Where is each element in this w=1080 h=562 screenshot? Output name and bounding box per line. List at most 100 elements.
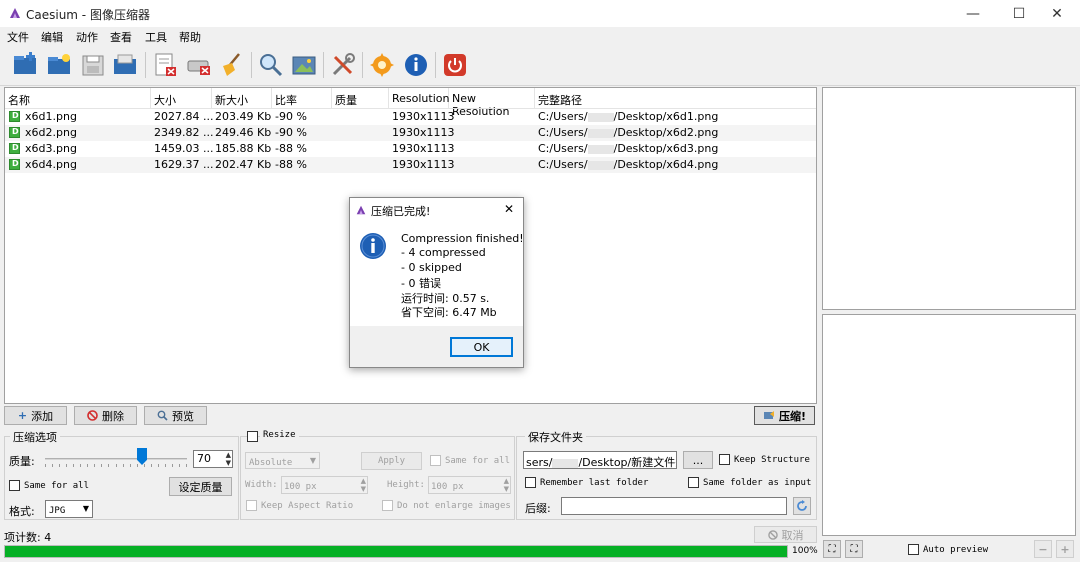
path-start: C:/Users/ xyxy=(538,158,588,171)
table-row[interactable]: x6d4.png 1629.37 ... 202.47 Kb -88 % 193… xyxy=(5,157,816,173)
clear-list-button[interactable] xyxy=(184,50,214,80)
minus-icon: − xyxy=(1038,542,1048,556)
slider-tick xyxy=(80,464,81,467)
spin-arrows-icon[interactable]: ▲ ▼ xyxy=(226,451,231,467)
dialog-close-icon[interactable]: ✕ xyxy=(504,202,514,216)
table-row[interactable]: x6d1.png 2027.84 ... 203.49 Kb -90 % 193… xyxy=(5,109,816,125)
zoom-out-button[interactable]: − xyxy=(1034,540,1052,558)
close-icon: ✕ xyxy=(1051,5,1063,22)
suffix-input[interactable] xyxy=(561,497,787,515)
resize-mode-value: Absolute xyxy=(249,458,293,468)
cancel-button[interactable]: 取消 xyxy=(754,526,817,543)
format-select[interactable]: JPG ▼ xyxy=(45,500,93,518)
quality-slider[interactable] xyxy=(45,448,187,467)
reset-suffix-button[interactable] xyxy=(793,497,811,515)
resize-mode-select[interactable]: Absolute ▼ xyxy=(245,452,320,469)
column-header-quality[interactable]: 质量 xyxy=(332,88,389,108)
clean-button[interactable] xyxy=(217,50,247,80)
file-name: x6d1.png xyxy=(25,110,77,123)
height-input[interactable]: 100 px ▲ ▼ xyxy=(428,476,511,494)
column-header-name[interactable]: 名称 xyxy=(5,88,151,108)
menu-tools[interactable]: 工具 xyxy=(145,29,167,45)
menu-action[interactable]: 动作 xyxy=(76,29,98,45)
exit-button[interactable] xyxy=(440,50,470,80)
settings-button[interactable] xyxy=(367,50,397,80)
open-folder-button[interactable] xyxy=(44,50,74,80)
resize-checkbox[interactable] xyxy=(247,431,258,442)
quality-same-for-all-checkbox[interactable] xyxy=(9,480,20,491)
spin-arrows-icon[interactable]: ▲ ▼ xyxy=(504,477,509,493)
ok-button[interactable]: OK xyxy=(450,337,513,357)
progress-fill xyxy=(5,546,787,557)
preview-button[interactable]: 预览 xyxy=(144,406,207,425)
apply-button[interactable]: Apply xyxy=(361,452,422,470)
remove-item-button[interactable] xyxy=(150,50,180,80)
zoom-in-button[interactable]: + xyxy=(1056,540,1074,558)
column-header-resolution[interactable]: Resolution xyxy=(389,88,449,108)
slider-thumb[interactable] xyxy=(137,448,147,465)
slider-tick xyxy=(73,464,74,467)
save-as-button[interactable] xyxy=(110,50,140,80)
plus-icon: + xyxy=(17,409,28,422)
dialog-message-line: - 4 compressed xyxy=(401,246,486,259)
browse-label: ... xyxy=(692,453,704,467)
auto-preview-label: Auto preview xyxy=(923,545,989,555)
width-input[interactable]: 100 px ▲ ▼ xyxy=(281,476,368,494)
menu-file[interactable]: 文件 xyxy=(7,29,29,45)
about-button[interactable] xyxy=(401,50,431,80)
browse-button[interactable]: ... xyxy=(683,451,713,469)
auto-preview-checkbox[interactable] xyxy=(908,544,919,555)
column-header-new-size[interactable]: 新大小 xyxy=(212,88,272,108)
progress-bar xyxy=(4,545,788,558)
menu-edit[interactable]: 编辑 xyxy=(41,29,63,45)
column-header-full-path[interactable]: 完整路径 xyxy=(535,88,816,108)
menu-view[interactable]: 查看 xyxy=(110,29,132,45)
column-header-size[interactable]: 大小 xyxy=(151,88,212,108)
save-list-button[interactable] xyxy=(78,50,108,80)
height-label: Height: xyxy=(387,480,425,490)
table-row[interactable]: x6d2.png 2349.82 ... 249.46 Kb -90 % 193… xyxy=(5,125,816,141)
quality-spinbox[interactable]: 70 ▲ ▼ xyxy=(193,450,233,468)
resize-title: Resize xyxy=(260,430,299,440)
output-folder-title: 保存文件夹 xyxy=(525,429,586,445)
preview-image-button[interactable] xyxy=(289,50,319,80)
search-button[interactable] xyxy=(256,50,286,80)
no-enlarge-checkbox[interactable] xyxy=(382,500,393,511)
compress-button[interactable]: 压缩! xyxy=(754,406,815,425)
fit-original-button[interactable]: ⛶ xyxy=(823,540,841,558)
folder-add-icon xyxy=(14,52,36,74)
toolbar-separator xyxy=(251,52,252,78)
keep-aspect-checkbox[interactable] xyxy=(246,500,257,511)
keep-structure-checkbox[interactable] xyxy=(719,454,730,465)
minimize-button[interactable]: — xyxy=(950,0,996,27)
set-quality-button[interactable]: 设定质量 xyxy=(169,477,232,496)
add-label: 添加 xyxy=(31,409,54,423)
compression-options-title: 压缩选项 xyxy=(10,429,60,445)
slider-tick xyxy=(108,464,109,467)
delete-button[interactable]: 删除 xyxy=(74,406,137,425)
spin-arrows-icon[interactable]: ▲ ▼ xyxy=(361,477,366,493)
slider-track xyxy=(45,458,187,460)
menu-help[interactable]: 帮助 xyxy=(179,29,201,45)
add-pictures-button[interactable] xyxy=(10,50,40,80)
folder-save-icon xyxy=(114,54,136,74)
same-folder-checkbox[interactable] xyxy=(688,477,699,488)
column-header-ratio[interactable]: 比率 xyxy=(272,88,332,108)
table-row[interactable]: x6d3.png 1459.03 ... 185.88 Kb -88 % 193… xyxy=(5,141,816,157)
remember-folder-checkbox[interactable] xyxy=(525,477,536,488)
file-resolution: 1930x1113 xyxy=(392,110,455,123)
info-icon xyxy=(360,233,386,259)
resize-same-for-all-checkbox[interactable] xyxy=(430,455,441,466)
path-end: /Desktop/x6d1.png xyxy=(613,110,719,123)
close-button[interactable]: ✕ xyxy=(1034,0,1080,27)
search-icon xyxy=(157,410,168,421)
tools-button[interactable] xyxy=(328,50,358,80)
compress-icon xyxy=(763,411,774,419)
output-folder-input[interactable]: sers/ /Desktop/新建文件夹 xyxy=(523,451,677,469)
toolbar-separator xyxy=(435,52,436,78)
fit-compressed-button[interactable]: ⛶ xyxy=(845,540,863,558)
add-button[interactable]: + 添加 xyxy=(4,406,67,425)
keep-aspect-label: Keep Aspect Ratio xyxy=(261,501,354,511)
column-header-new-resolution[interactable]: New Resolution xyxy=(449,88,535,118)
file-ratio: -88 % xyxy=(275,142,307,155)
